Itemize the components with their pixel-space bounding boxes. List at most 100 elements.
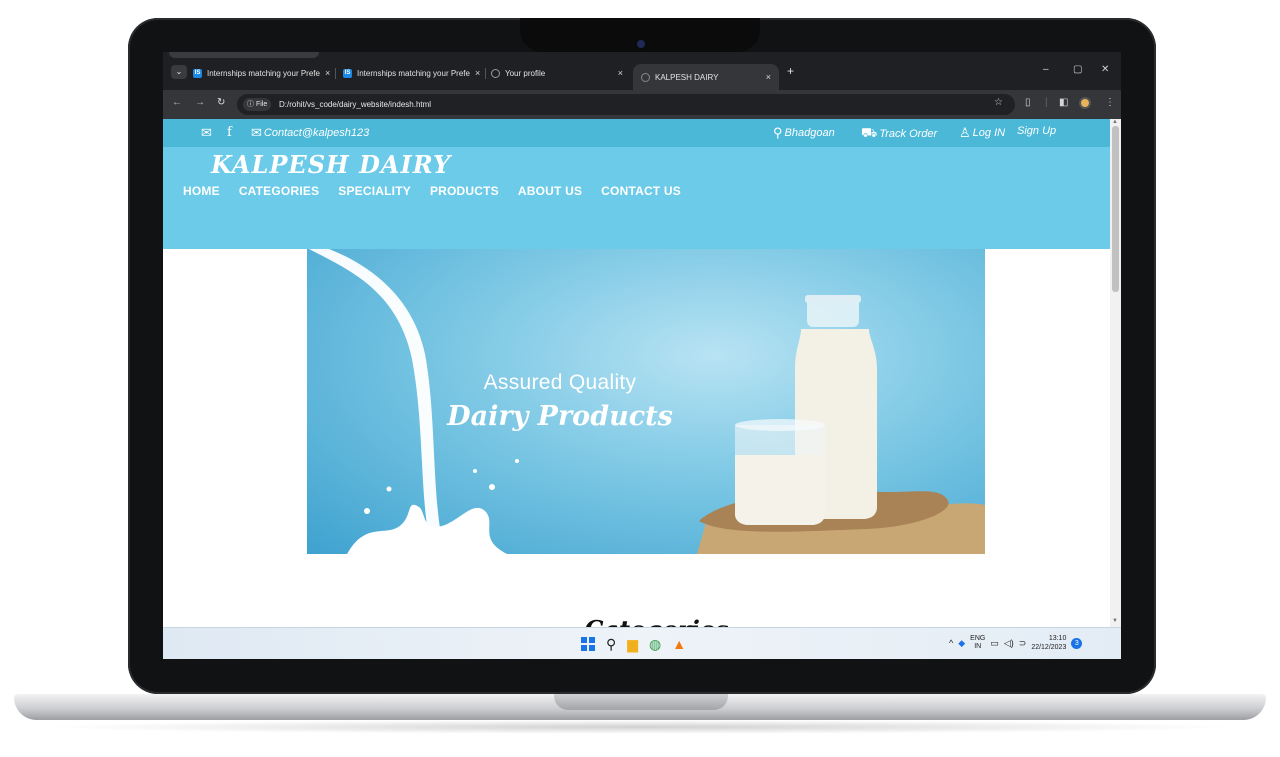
clock-time: 13:10 — [1048, 635, 1067, 642]
site-info-chip[interactable]: ⓘ File — [243, 98, 272, 111]
toolbar-divider: | — [1045, 97, 1048, 108]
tab-close-icon[interactable]: × — [325, 68, 330, 78]
bookmark-star-icon[interactable]: ☆ — [994, 97, 1003, 108]
profile-avatar[interactable] — [1079, 97, 1091, 109]
tab-title: KALPESH DAIRY — [655, 72, 719, 82]
tab-divider — [485, 68, 486, 79]
mail-icon: ✉ — [251, 125, 262, 140]
tab-kalpesh-dairy[interactable]: KALPESH DAIRY × — [633, 64, 779, 90]
clock[interactable]: 13:10 22/12/2023 — [1031, 634, 1066, 652]
lang-code: ENG — [970, 635, 986, 642]
github-icon — [491, 68, 500, 78]
tab-strip-edge — [169, 52, 319, 58]
site-topbar: ✉ f ✉ Contact@kalpesh123 ⚲ Bhadgoan ⛟ Tr… — [163, 119, 1110, 147]
url-text: D:/rohit/vs_code/dairy_website/indesh.ht… — [279, 100, 432, 109]
login-link[interactable]: ♙ Log IN — [959, 125, 1005, 141]
contact-email-text: Contact@kalpesh123 — [263, 127, 370, 139]
contact-email[interactable]: ✉ Contact@kalpesh123 — [251, 125, 369, 141]
windows-start-icon[interactable] — [581, 637, 595, 651]
volume-icon[interactable]: ◁) — [1004, 638, 1014, 649]
laptop-shadow — [40, 720, 1240, 734]
stage: ⌄ IS Internships matching your Prefe × I… — [0, 0, 1280, 757]
login-text: Log IN — [972, 127, 1006, 139]
tab-close-icon[interactable]: × — [475, 68, 480, 78]
security-icon[interactable]: ◆ — [958, 638, 965, 649]
tab-your-profile[interactable]: Your profile × — [491, 64, 623, 82]
scrollbar-thumb[interactable] — [1112, 126, 1119, 292]
tab-internships-2[interactable]: IS Internships matching your Prefe × — [343, 64, 480, 82]
side-panel-icon[interactable]: ◧ — [1059, 97, 1068, 108]
globe-icon — [641, 72, 650, 82]
milk-drop — [515, 459, 519, 463]
nav-categories[interactable]: CATEGORIES — [239, 184, 319, 198]
address-bar[interactable]: ⓘ File D:/rohit/vs_code/dairy_website/in… — [237, 94, 1015, 115]
close-window-button[interactable]: ✕ — [1101, 64, 1109, 75]
main-nav: HOME CATEGORIES SPECIALITY PRODUCTS ABOU… — [183, 184, 681, 198]
hero-title: Dairy Products — [447, 401, 673, 432]
internshala-icon: IS — [193, 68, 202, 78]
search-icon[interactable]: ⚲ — [606, 636, 616, 652]
scroll-down-arrow-icon[interactable]: ▼ — [1112, 618, 1118, 624]
back-icon[interactable]: ← — [172, 97, 182, 108]
network-icon[interactable]: ▭ — [990, 638, 999, 649]
language-indicator[interactable]: ENG IN — [970, 635, 985, 651]
location-text: Bhadgoan — [784, 127, 835, 139]
vlc-icon[interactable]: ▲ — [672, 636, 686, 652]
milk-drop — [489, 484, 495, 490]
new-tab-button[interactable]: + — [787, 64, 794, 78]
track-order-text: Track Order — [879, 128, 938, 140]
tab-title: Internships matching your Prefe — [207, 68, 320, 78]
extensions-icon[interactable]: ▯ — [1025, 97, 1031, 108]
hero-tagline: Assured Quality — [483, 371, 637, 394]
tab-title: Your profile — [505, 68, 546, 78]
minimize-button[interactable]: – — [1043, 64, 1049, 75]
tab-internships-1[interactable]: IS Internships matching your Prefe × — [193, 64, 330, 82]
battery-icon[interactable]: ⊃ — [1019, 638, 1027, 649]
file-explorer-icon[interactable]: ▆ — [627, 636, 638, 652]
internshala-icon: IS — [343, 68, 352, 78]
chevron-up-icon[interactable]: ^ — [949, 638, 953, 648]
signup-link[interactable]: Sign Up — [1017, 125, 1056, 137]
milk-drop — [473, 469, 477, 473]
truck-icon: ⛟ — [861, 125, 878, 140]
region-code: IN — [974, 643, 982, 650]
nav-products[interactable]: PRODUCTS — [430, 184, 499, 198]
menu-kebab-icon[interactable]: ⋮ — [1105, 97, 1115, 108]
nav-about-us[interactable]: ABOUT US — [518, 184, 582, 198]
track-order-link[interactable]: ⛟ Track Order — [861, 125, 937, 143]
nav-home[interactable]: HOME — [183, 184, 220, 198]
nav-speciality[interactable]: SPECIALITY — [338, 184, 411, 198]
windows-taskbar: ⚲ ▆ ◍ ▲ ^ ◆ ENG IN ▭ ◁) ⊃ 13:10 22/12/20… — [163, 627, 1121, 659]
notification-badge[interactable]: 3 — [1071, 637, 1083, 649]
scheme-label: File — [255, 101, 268, 108]
hero-banner: Assured Quality Dairy Products — [307, 249, 985, 554]
mail-icon-link[interactable]: ✉ — [201, 125, 212, 141]
tab-title: Internships matching your Prefe — [357, 68, 470, 78]
user-icon: ♙ — [959, 125, 971, 140]
taskbar-apps: ⚲ ▆ ◍ ▲ — [581, 636, 686, 652]
brand-logo[interactable]: KALPESH DAIRY — [211, 150, 451, 179]
milk-drop — [364, 508, 370, 514]
screen: ⌄ IS Internships matching your Prefe × I… — [163, 52, 1121, 659]
tab-strip: ⌄ IS Internships matching your Prefe × I… — [163, 52, 1121, 90]
webcam — [637, 40, 645, 48]
tab-close-icon[interactable]: × — [618, 68, 623, 78]
bottle-rim — [805, 295, 861, 303]
location-link[interactable]: ⚲ Bhadgoan — [773, 125, 835, 141]
restore-button[interactable]: ▢ — [1073, 64, 1082, 75]
forward-icon[interactable]: → — [195, 97, 205, 108]
facebook-link[interactable]: f — [227, 125, 232, 140]
location-pin-icon: ⚲ — [773, 125, 783, 140]
mail-icon: ✉ — [201, 125, 212, 140]
clock-date: 22/12/2023 — [1031, 644, 1067, 651]
scroll-up-arrow-icon[interactable]: ▲ — [1112, 119, 1118, 125]
glass-milk — [735, 455, 825, 525]
chrome-icon[interactable]: ◍ — [649, 636, 661, 652]
nav-contact-us[interactable]: CONTACT US — [601, 184, 681, 198]
tab-divider — [335, 68, 336, 79]
toolbar: ← → ↻ ⓘ File D:/rohit/vs_code/dairy_webs… — [163, 90, 1121, 119]
reload-icon[interactable]: ↻ — [217, 97, 225, 108]
system-tray: ^ ◆ ENG IN ▭ ◁) ⊃ 13:10 22/12/2023 3 — [949, 634, 1083, 652]
tab-search-button[interactable]: ⌄ — [171, 65, 187, 79]
tab-close-icon[interactable]: × — [766, 72, 771, 82]
